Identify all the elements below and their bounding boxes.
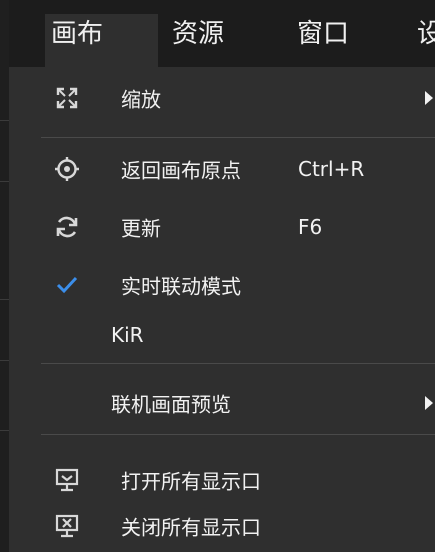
menu-separator <box>41 363 435 364</box>
menu-item-label: 关闭所有显示口 <box>121 515 261 540</box>
edge-line <box>0 120 9 121</box>
menu-item-label: 实时联动模式 <box>121 274 241 299</box>
target-icon <box>53 155 81 183</box>
edge-line <box>0 181 9 182</box>
monitor-close-icon <box>53 512 81 540</box>
menu-window[interactable]: 窗口 <box>297 14 349 54</box>
menu-item-zoom[interactable]: 缩放 <box>9 69 435 127</box>
menu-settings[interactable]: 设 <box>417 14 435 54</box>
menu-separator <box>41 137 435 138</box>
monitor-download-icon <box>53 466 81 494</box>
menu-item-label: 缩放 <box>121 87 161 112</box>
menu-item-label: 打开所有显示口 <box>121 469 261 494</box>
menubar: 画布 资源 窗口 设 <box>9 0 435 67</box>
menu-item-kir[interactable]: KiR <box>9 306 435 364</box>
edge-line <box>0 360 9 361</box>
menu-canvas[interactable]: 画布 <box>51 14 103 54</box>
shortcut-label: Ctrl+R <box>298 157 365 181</box>
menu-item-refresh[interactable]: 更新 F6 <box>9 198 435 256</box>
menu-resources[interactable]: 资源 <box>172 14 224 54</box>
shortcut-label: F6 <box>298 215 323 239</box>
menu-item-label: KiR <box>111 323 144 347</box>
edge-line <box>0 299 9 300</box>
menu-item-close-all-outputs[interactable]: 关闭所有显示口 <box>9 497 435 552</box>
menu-separator <box>41 434 435 435</box>
menu-item-label: 联机画面预览 <box>111 392 231 417</box>
zoom-fit-icon <box>53 84 81 112</box>
edge-line <box>0 430 9 431</box>
app-window: 画布 资源 窗口 设 缩放 返回画布原点 Ctrl+R 更新 F6 实时联动模式… <box>0 0 435 552</box>
background-app-edge <box>0 0 9 552</box>
refresh-icon <box>53 213 81 241</box>
check-icon <box>53 271 81 299</box>
menu-item-online-preview[interactable]: 联机画面预览 <box>9 374 435 432</box>
submenu-arrow-icon <box>425 91 433 105</box>
menu-item-label: 更新 <box>121 216 161 241</box>
menu-item-label: 返回画布原点 <box>121 158 241 183</box>
submenu-arrow-icon <box>425 396 433 410</box>
menu-item-return-origin[interactable]: 返回画布原点 Ctrl+R <box>9 140 435 198</box>
canvas-dropdown-menu: 缩放 返回画布原点 Ctrl+R 更新 F6 实时联动模式 KiR 联机画面预览… <box>9 67 435 552</box>
